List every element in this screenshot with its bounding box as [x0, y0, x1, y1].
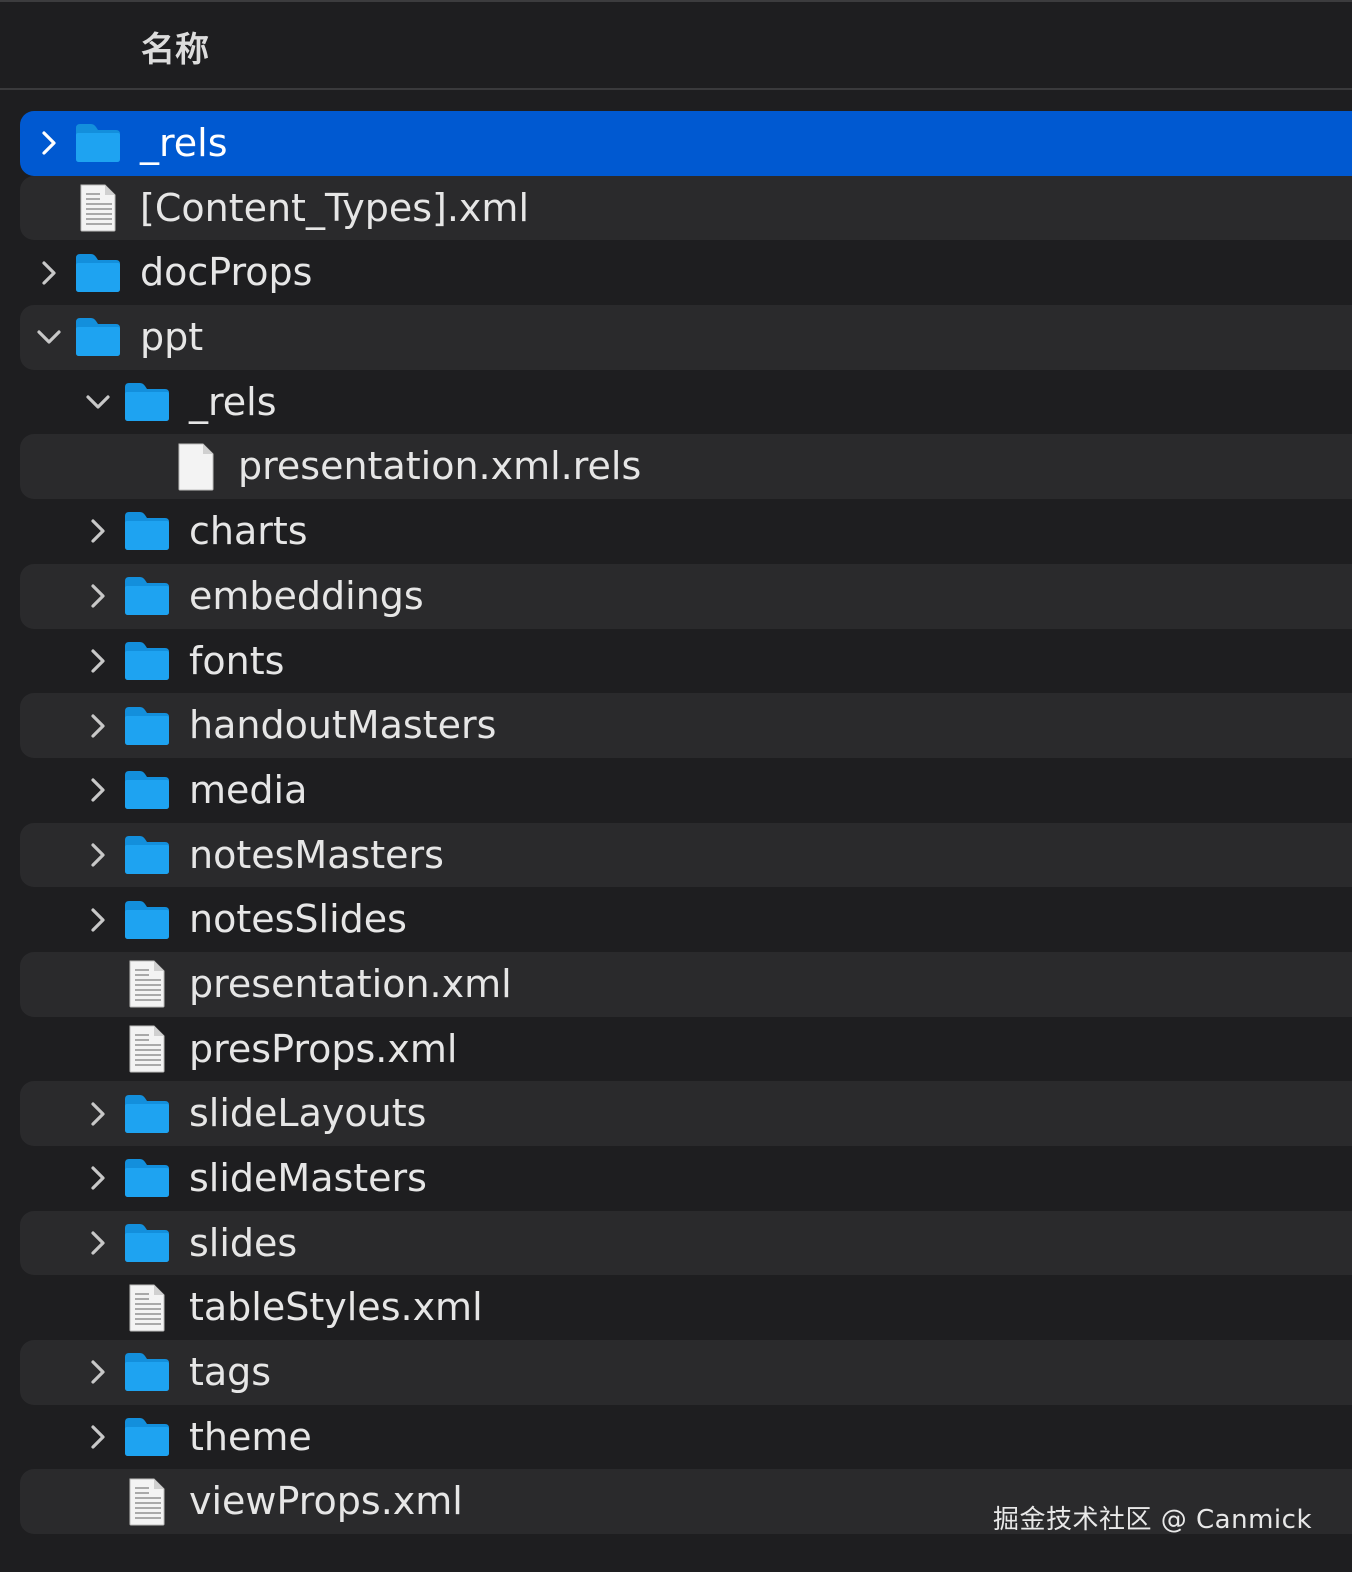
file-list: _rels [Content_Types].xml docProps ppt _rels… [20, 111, 1352, 1535]
item-name: notesMasters [189, 832, 444, 877]
watermark: 掘金技术社区 @ Canmick [993, 1505, 1312, 1535]
folder-icon [74, 240, 122, 305]
item-name: charts [189, 509, 308, 554]
xml-file-icon [123, 1469, 171, 1534]
item-name: presProps.xml [189, 1026, 458, 1071]
blank-file-icon [172, 434, 220, 499]
folder-row[interactable]: theme [20, 1405, 1352, 1470]
folder-row[interactable]: slideMasters [20, 1146, 1352, 1211]
folder-row[interactable]: tags [20, 1340, 1352, 1405]
file-row[interactable]: presentation.xml.rels [20, 434, 1352, 500]
item-name: handoutMasters [189, 703, 497, 748]
item-name: ppt [140, 315, 204, 360]
folder-row[interactable]: media [20, 758, 1352, 823]
folder-icon [123, 1405, 171, 1470]
xml-file-icon [123, 1275, 171, 1340]
xml-file-icon [74, 176, 122, 241]
file-row[interactable]: tableStyles.xml [20, 1275, 1352, 1340]
chevron-right-icon[interactable] [83, 887, 113, 952]
folder-row[interactable]: notesMasters [20, 822, 1352, 888]
folder-row[interactable]: slides [20, 1210, 1352, 1276]
chevron-right-icon[interactable] [83, 758, 113, 823]
folder-icon [123, 499, 171, 564]
item-name: presentation.xml [189, 961, 512, 1006]
chevron-right-icon[interactable] [83, 499, 113, 564]
chevron-right-icon[interactable] [83, 1405, 113, 1470]
folder-row[interactable]: embeddings [20, 563, 1352, 629]
folder-icon [123, 887, 171, 952]
chevron-right-icon[interactable] [34, 240, 64, 305]
folder-icon [123, 1211, 171, 1276]
chevron-down-icon[interactable] [83, 370, 113, 435]
folder-row[interactable]: _rels [20, 111, 1352, 176]
chevron-right-icon[interactable] [83, 1146, 113, 1211]
file-row[interactable]: presentation.xml [20, 951, 1352, 1017]
folder-row[interactable]: ppt [20, 305, 1352, 370]
folder-row[interactable]: charts [20, 499, 1352, 564]
folder-row[interactable]: _rels [20, 370, 1352, 435]
item-name: fonts [189, 638, 285, 683]
folder-icon [123, 1146, 171, 1211]
finder-window: 名称 _rels [Content_Types].xml docProps ppt _r… [0, 0, 1352, 1572]
chevron-right-icon[interactable] [34, 111, 64, 176]
folder-row[interactable]: slideLayouts [20, 1081, 1352, 1146]
item-name: _rels [140, 121, 228, 165]
xml-file-icon [123, 1017, 171, 1082]
folder-row[interactable]: handoutMasters [20, 693, 1352, 758]
folder-icon [123, 758, 171, 823]
item-name: slides [189, 1220, 298, 1265]
item-name: presentation.xml.rels [238, 444, 642, 489]
chevron-right-icon[interactable] [83, 564, 113, 629]
folder-icon [123, 1340, 171, 1405]
item-name: slideLayouts [189, 1091, 427, 1136]
folder-row[interactable]: docProps [20, 240, 1352, 305]
item-name: [Content_Types].xml [140, 185, 529, 230]
folder-icon [123, 564, 171, 629]
chevron-right-icon[interactable] [83, 1340, 113, 1405]
item-name: media [189, 767, 308, 812]
item-name: embeddings [189, 573, 424, 618]
name-column-label[interactable]: 名称 [141, 22, 209, 71]
file-row[interactable]: [Content_Types].xml [20, 175, 1352, 241]
column-header[interactable]: 名称 [0, 2, 1352, 90]
item-name: docProps [140, 250, 313, 295]
folder-row[interactable]: fonts [20, 629, 1352, 694]
folder-icon [74, 305, 122, 370]
chevron-right-icon[interactable] [83, 629, 113, 694]
chevron-right-icon[interactable] [83, 693, 113, 758]
folder-row[interactable]: notesSlides [20, 887, 1352, 952]
item-name: theme [189, 1414, 312, 1459]
item-name: notesSlides [189, 897, 407, 942]
item-name: tags [189, 1350, 272, 1395]
item-name: _rels [189, 379, 277, 424]
folder-icon [123, 693, 171, 758]
chevron-right-icon[interactable] [83, 823, 113, 888]
xml-file-icon [123, 952, 171, 1017]
chevron-down-icon[interactable] [34, 305, 64, 370]
file-row[interactable]: presProps.xml [20, 1017, 1352, 1082]
item-name: slideMasters [189, 1156, 427, 1200]
folder-icon [74, 111, 122, 176]
folder-icon [123, 629, 171, 694]
item-name: tableStyles.xml [189, 1285, 483, 1330]
folder-icon [123, 823, 171, 888]
folder-icon [123, 1081, 171, 1146]
item-name: viewProps.xml [189, 1479, 463, 1524]
chevron-right-icon[interactable] [83, 1211, 113, 1276]
folder-icon [123, 370, 171, 435]
chevron-right-icon[interactable] [83, 1081, 113, 1146]
